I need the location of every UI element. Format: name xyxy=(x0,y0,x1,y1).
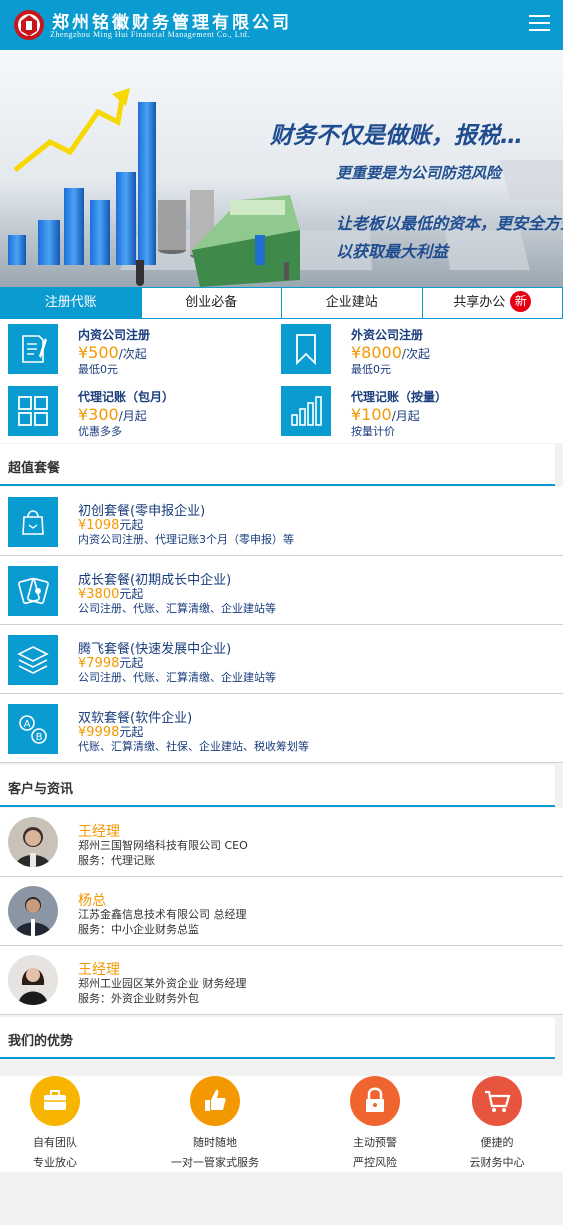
company-logo-icon[interactable] xyxy=(13,9,45,41)
grid-icon xyxy=(8,386,58,436)
advantage-line-2: 严控风险 xyxy=(353,1156,397,1169)
advantage-item-service[interactable]: 随时随地 一对一管家式服务 xyxy=(155,1076,275,1172)
service-sub: 最低0元 xyxy=(351,363,391,376)
service-tabs: 注册代账 创业必备 企业建站 共享办公新 xyxy=(0,287,563,319)
tab-label: 企业建站 xyxy=(325,295,378,310)
advantage-line-1: 随时随地 xyxy=(193,1136,237,1149)
advantage-item-team[interactable]: 自有团队 专业放心 xyxy=(0,1076,120,1172)
hero-banner[interactable]: 财务不仅是做账，报税… 更重要是为公司防范风险 让老板以最低的资本，更安全方式，… xyxy=(0,50,563,287)
shopping-cart-icon xyxy=(472,1076,522,1126)
bookmark-icon xyxy=(281,324,331,374)
briefcase-icon xyxy=(30,1076,80,1126)
service-item-domestic-registration[interactable]: 内资公司注册 ¥500/次起 最低0元 xyxy=(8,320,278,376)
advantage-item-cloud[interactable]: 便捷的 云财务中心 xyxy=(437,1076,557,1172)
banner-line-3: 让老板以最低的资本，更安全方式， xyxy=(336,214,563,233)
package-desc: 公司注册、代账、汇算清缴、企业建站等 xyxy=(78,602,276,615)
cards-icon xyxy=(8,566,58,616)
package-desc: 内资公司注册、代理记账3个月（零申报）等 xyxy=(78,533,294,546)
hamburger-menu-icon[interactable] xyxy=(529,15,550,35)
section-title-packages: 超值套餐 xyxy=(0,444,563,488)
bar-chart-icon xyxy=(281,386,331,436)
package-item-takeoff[interactable]: 腾飞套餐(快速发展中企业) ¥7998元起 公司注册、代账、汇算清缴、企业建站等 xyxy=(0,625,563,694)
section-title-customers: 客户与资讯 xyxy=(0,765,563,809)
layers-icon xyxy=(8,635,58,685)
banner-line-2: 更重要是为公司防范风险 xyxy=(336,164,502,182)
ab-icon: AB xyxy=(8,704,58,754)
advantage-line-2: 专业放心 xyxy=(33,1156,77,1169)
bag-icon xyxy=(8,497,58,547)
tab-label: 共享办公 xyxy=(453,295,506,310)
service-sub: 最低0元 xyxy=(78,363,118,376)
customer-item[interactable]: 王经理 郑州三国智网络科技有限公司 CEO 服务：代理记账 xyxy=(0,808,563,877)
tab-startup[interactable]: 创业必备 xyxy=(142,288,282,318)
service-item-monthly-accounting[interactable]: 代理记账（包月） ¥300/月起 优惠多多 xyxy=(8,382,278,438)
advantage-line-2: 一对一管家式服务 xyxy=(171,1156,259,1169)
advantage-line-1: 自有团队 xyxy=(33,1136,77,1149)
customer-item[interactable]: 王经理 郑州工业园区某外资企业 财务经理 服务：外资企业财务外包 xyxy=(0,946,563,1015)
section-heading: 我们的优势 xyxy=(8,1034,74,1049)
brand-name-en: Zhengzhou Ming Hui Financial Management … xyxy=(50,30,250,39)
advantage-line-1: 便捷的 xyxy=(480,1136,514,1149)
service-sub: 按量计价 xyxy=(351,425,395,438)
advantage-item-risk[interactable]: 主动预警 严控风险 xyxy=(315,1076,435,1172)
package-desc: 公司注册、代账、汇算清缴、企业建站等 xyxy=(78,671,276,684)
section-heading: 客户与资讯 xyxy=(8,782,74,797)
package-item-software[interactable]: AB 双软套餐(软件企业) ¥9998元起 代账、汇算清缴、社保、企业建站、税收… xyxy=(0,694,563,763)
tab-label: 创业必备 xyxy=(185,295,238,310)
package-item-growth[interactable]: 成长套餐(初期成长中企业) ¥3800元起 公司注册、代账、汇算清缴、企业建站等 xyxy=(0,556,563,625)
service-price: ¥300/月起 xyxy=(78,405,147,424)
section-heading: 超值套餐 xyxy=(8,461,61,476)
tab-shared-office[interactable]: 共享办公新 xyxy=(423,288,563,318)
service-sub: 优惠多多 xyxy=(78,425,122,438)
package-item-startup[interactable]: 初创套餐(零申报企业) ¥1098元起 内资公司注册、代理记账3个月（零申报）等 xyxy=(0,487,563,556)
svg-text:B: B xyxy=(36,732,43,743)
service-item-volume-accounting[interactable]: 代理记账（按量） ¥100/月起 按量计价 xyxy=(281,382,551,438)
app-root: 郑州铭徽财务管理有限公司 Zhengzhou Ming Hui Financia… xyxy=(0,0,563,1225)
new-badge: 新 xyxy=(510,291,532,312)
customer-company: 郑州工业园区某外资企业 财务经理 xyxy=(78,977,247,990)
avatar xyxy=(8,955,58,1005)
customer-company: 郑州三国智网络科技有限公司 CEO xyxy=(78,839,248,852)
service-title: 内资公司注册 xyxy=(78,328,151,342)
advantage-line-1: 主动预警 xyxy=(353,1136,397,1149)
customer-company: 江苏金鑫信息技术有限公司 总经理 xyxy=(78,908,247,921)
service-title: 代理记账（包月） xyxy=(78,390,175,404)
service-item-foreign-registration[interactable]: 外资公司注册 ¥8000/次起 最低0元 xyxy=(281,320,551,376)
services-grid: 内资公司注册 ¥500/次起 最低0元 外资公司注册 ¥8000/次起 最低0元… xyxy=(0,319,563,443)
section-title-advantages: 我们的优势 xyxy=(0,1017,563,1061)
service-price: ¥500/次起 xyxy=(78,343,147,362)
banner-headline: 财务不仅是做账，报税… xyxy=(270,123,523,149)
advantages-row: 自有团队 专业放心 随时随地 一对一管家式服务 主动预警 严控风险 便捷的 云财… xyxy=(0,1076,563,1172)
customer-service: 服务：中小企业财务总监 xyxy=(78,923,199,936)
customer-service: 服务：代理记账 xyxy=(78,854,155,867)
site-header: 郑州铭徽财务管理有限公司 Zhengzhou Ming Hui Financia… xyxy=(0,0,563,50)
svg-text:A: A xyxy=(24,719,31,730)
customer-item[interactable]: 杨总 江苏金鑫信息技术有限公司 总经理 服务：中小企业财务总监 xyxy=(0,877,563,946)
advantage-line-2: 云财务中心 xyxy=(469,1156,525,1169)
document-pen-icon xyxy=(8,324,58,374)
service-price: ¥100/月起 xyxy=(351,405,420,424)
customer-service: 服务：外资企业财务外包 xyxy=(78,992,199,1005)
package-desc: 代账、汇算清缴、社保、企业建站、税收筹划等 xyxy=(78,740,309,753)
tab-registration[interactable]: 注册代账 xyxy=(1,288,142,318)
service-price: ¥8000/次起 xyxy=(351,343,430,362)
avatar xyxy=(8,817,58,867)
banner-line-4: 以获取最大利益 xyxy=(336,242,449,261)
service-title: 代理记账（按量） xyxy=(351,390,448,404)
avatar xyxy=(8,886,58,936)
tab-website[interactable]: 企业建站 xyxy=(282,288,423,318)
tab-label: 注册代账 xyxy=(44,295,97,310)
lock-icon xyxy=(350,1076,400,1126)
service-title: 外资公司注册 xyxy=(351,328,424,342)
thumbs-up-icon xyxy=(190,1076,240,1126)
